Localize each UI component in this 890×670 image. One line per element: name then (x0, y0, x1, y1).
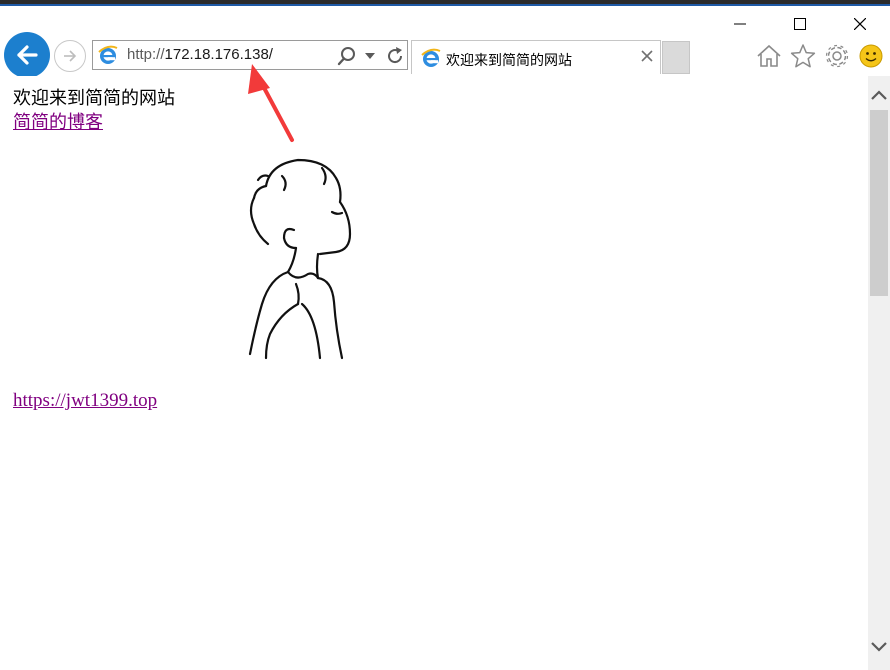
settings-button[interactable] (822, 41, 852, 71)
new-tab-button[interactable] (662, 41, 690, 74)
minimize-icon (734, 23, 746, 25)
forward-icon (64, 50, 77, 62)
home-icon (757, 44, 781, 67)
forward-button[interactable] (54, 40, 86, 72)
tab-ie-logo-icon (421, 48, 441, 67)
address-host: 172.18.176.138/ (164, 46, 273, 63)
chevron-up-icon (871, 90, 887, 100)
star-icon (790, 44, 816, 68)
chevron-down-icon[interactable] (365, 53, 375, 59)
vertical-scrollbar[interactable] (868, 76, 890, 670)
blog-link[interactable]: 简简的博客 (13, 108, 103, 134)
tab-close-icon[interactable] (640, 49, 654, 63)
back-icon (17, 45, 38, 65)
home-button[interactable] (754, 41, 784, 71)
gear-icon (825, 44, 849, 68)
back-button[interactable] (4, 32, 50, 78)
scroll-up-button[interactable] (868, 84, 890, 106)
site-url-link[interactable]: https://jwt1399.top (13, 390, 157, 412)
favorites-button[interactable] (788, 41, 818, 71)
tab-active[interactable]: 欢迎来到简简的网站 (411, 40, 661, 74)
ie-logo-icon (98, 45, 118, 64)
close-icon (854, 18, 866, 30)
toolbar-right-icons (754, 40, 886, 72)
scroll-thumb[interactable] (870, 110, 888, 296)
maximize-icon (794, 18, 806, 30)
welcome-text: 欢迎来到简简的网站 (13, 88, 175, 109)
refresh-icon[interactable] (385, 46, 405, 66)
window-frame (0, 0, 890, 6)
scroll-down-button[interactable] (868, 636, 890, 658)
boy-sketch-image (248, 158, 352, 360)
chevron-down-scroll-icon (871, 642, 887, 652)
search-icon[interactable] (337, 46, 357, 66)
address-url[interactable]: http://172.18.176.138/ (127, 46, 273, 63)
feedback-button[interactable] (856, 41, 886, 71)
address-protocol: http:// (127, 46, 165, 63)
smiley-icon (859, 44, 883, 68)
tab-title: 欢迎来到简简的网站 (446, 53, 572, 69)
annotation-arrow-icon (248, 64, 294, 142)
browser-toolbar: http://172.18.176.138/ 欢迎来到简简的网站 (0, 30, 890, 78)
page-content: 欢迎来到简简的网站 简简的博客 https://jwt1399.top (0, 76, 868, 670)
